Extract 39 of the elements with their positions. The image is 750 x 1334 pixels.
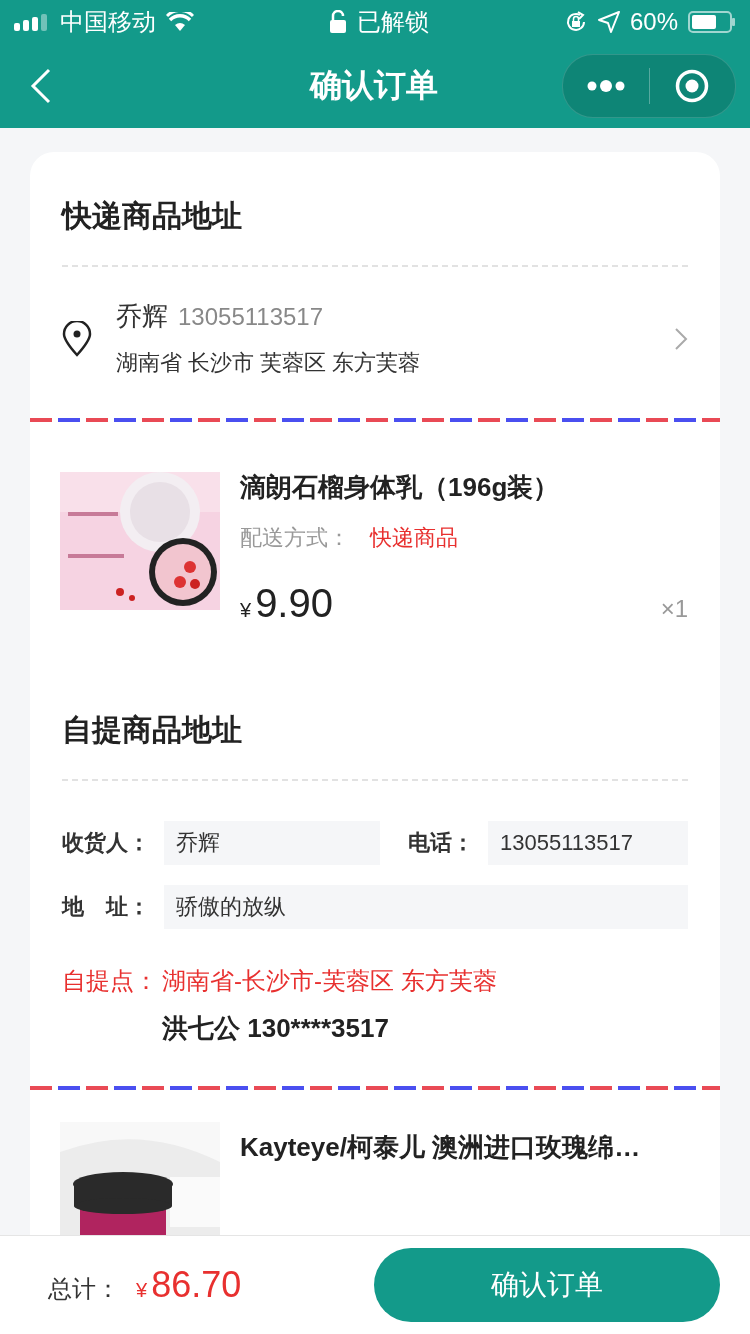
quantity: ×1 [660, 595, 688, 623]
carrier-name: 中国移动 [60, 7, 156, 37]
signal-icon [14, 13, 50, 31]
recipient-name: 乔辉 [116, 300, 168, 333]
field-label: 地 址： [62, 893, 150, 921]
recipient-phone: 13055113517 [178, 303, 324, 331]
total-label: 总计： [48, 1274, 120, 1304]
lock-status: 已解锁 [356, 7, 429, 37]
input-field[interactable]: 骄傲的放纵 [164, 885, 688, 929]
location-arrow-icon [597, 11, 620, 33]
wifi-icon [166, 12, 194, 32]
pickup-contact: 洪七公 130****3517 [162, 1012, 390, 1045]
input-field[interactable]: 13055113517 [488, 821, 688, 865]
currency-sign: ¥ [240, 599, 252, 622]
chevron-right-icon [674, 326, 688, 351]
pickup-address: 湖南省-长沙市-芙蓉区 东方芙蓉 [162, 966, 498, 996]
recipient-address: 湖南省 长沙市 芙蓉区 东方芙蓉 [116, 349, 422, 377]
page-title: 确认订单 [308, 66, 439, 105]
location-pin-icon [62, 320, 92, 357]
lock-icon [328, 10, 347, 34]
back-icon[interactable] [30, 68, 52, 104]
target-icon [675, 69, 710, 103]
product-title: 滴朗石榴身体乳（196g装） [240, 471, 561, 504]
delivery-label: 配送方式： [240, 524, 350, 552]
battery-percent: 60% [629, 8, 678, 36]
delivery-method: 快递商品 [370, 524, 458, 552]
battery-icon [688, 11, 736, 33]
address-row[interactable]: 乔辉 13055113517 湖南省 长沙市 芙蓉区 东方芙蓉 [62, 267, 688, 418]
total-amount: 86.70 [151, 1264, 242, 1306]
section-title: 自提商品地址 [62, 666, 688, 781]
section-title: 快递商品地址 [62, 152, 688, 267]
product-title: Kayteye/柯泰儿 澳洲进口玫瑰绵… [240, 1131, 642, 1164]
input-field[interactable]: 乔辉 [164, 821, 380, 865]
pickup-label: 自提点： [62, 966, 158, 996]
currency-sign: ¥ [136, 1279, 148, 1302]
field-label: 电话： [408, 829, 474, 857]
product-price: 9.90 [255, 581, 333, 626]
field-label: 收货人： [62, 829, 150, 857]
dots-icon [585, 79, 626, 93]
